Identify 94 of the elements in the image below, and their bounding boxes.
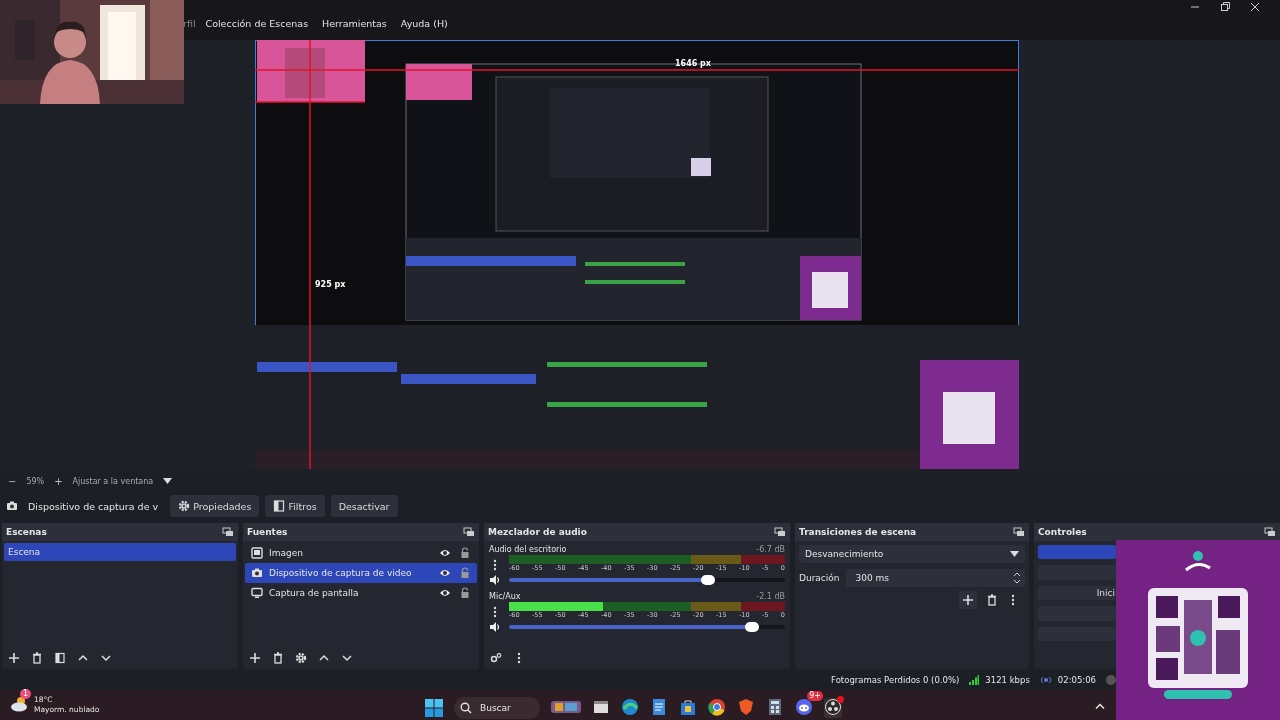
zoom-mode-dropdown[interactable]: Ajustar a la ventana: [72, 476, 154, 486]
dropdown-caret-icon[interactable]: [163, 478, 173, 484]
filters-button[interactable]: Filtros: [265, 495, 325, 517]
panel-title: Controles: [1038, 527, 1087, 537]
signal-bars-icon: [969, 674, 980, 685]
control-button[interactable]: Inici: [1038, 585, 1116, 601]
lock-icon[interactable]: [459, 587, 471, 599]
panel-title: Fuentes: [247, 527, 288, 537]
menu-item[interactable]: rfil: [183, 18, 196, 29]
visibility-icon[interactable]: [439, 547, 451, 559]
cloud-icon[interactable]: [10, 696, 30, 712]
zoom-level: 59%: [26, 476, 45, 486]
undock-icon[interactable]: [463, 526, 475, 538]
dropdown-caret-icon: [1010, 551, 1019, 557]
notepad-icon[interactable]: [650, 698, 668, 716]
browser-icon[interactable]: [621, 698, 639, 716]
image-thumbnail-icon[interactable]: [551, 698, 581, 716]
notification-badge: 9+: [807, 691, 823, 701]
duration-field[interactable]: 300 ms: [845, 569, 1025, 587]
speaker-icon[interactable]: [489, 574, 501, 586]
visibility-icon[interactable]: [439, 587, 451, 599]
undock-icon[interactable]: [222, 526, 234, 538]
lock-icon[interactable]: [459, 567, 471, 579]
zoom-in-button[interactable]: +: [54, 475, 63, 487]
chrome-icon[interactable]: [708, 698, 726, 716]
spinner-arrows-icon[interactable]: [1013, 571, 1021, 585]
filters-icon[interactable]: [54, 652, 66, 664]
stream-time: 02:05:06: [1057, 674, 1096, 685]
streaming-icon: [1039, 675, 1052, 684]
channel-name: Audio del escritorio: [489, 544, 567, 554]
image-icon: [251, 547, 263, 559]
camera-icon: [6, 500, 18, 512]
filter-icon: [273, 500, 286, 512]
source-item[interactable]: Imagen: [245, 543, 477, 563]
properties-button[interactable]: Propiedades: [170, 495, 260, 517]
dropped-frames-text: Fotogramas Perdidos 0 (0.0%): [831, 674, 960, 685]
bag-icon[interactable]: [679, 698, 697, 716]
settings-icon[interactable]: [295, 652, 307, 664]
add-button[interactable]: [959, 591, 977, 609]
close-icon[interactable]: [1250, 2, 1260, 12]
panel-title: Transiciones de escena: [799, 527, 917, 537]
move-down-icon[interactable]: [100, 652, 112, 664]
source-label: Captura de pantalla: [269, 588, 360, 598]
dimension-label: 1646 px: [675, 59, 711, 68]
dimension-label: 925 px: [315, 280, 346, 289]
volume-slider[interactable]: [509, 578, 785, 582]
menu-item[interactable]: Ayuda (H): [400, 18, 448, 29]
db-reading: -6.7 dB: [756, 544, 785, 554]
calculator-icon[interactable]: [766, 698, 784, 716]
menu-item[interactable]: Colección de Escenas: [205, 18, 309, 29]
selected-source-name: Dispositivo de captura de v: [28, 499, 159, 513]
lock-icon[interactable]: [459, 547, 471, 559]
window-icon[interactable]: [592, 698, 610, 716]
channel-name: Mic/Aux: [489, 591, 521, 601]
source-item[interactable]: Dispositivo de captura de video: [245, 563, 477, 583]
source-label: Imagen: [269, 548, 304, 558]
restore-icon[interactable]: [1220, 2, 1230, 12]
chevron-up-icon[interactable]: [1095, 703, 1105, 709]
advanced-settings-icon[interactable]: [490, 652, 502, 664]
db-reading: -2.1 dB: [756, 591, 785, 601]
undock-icon[interactable]: [774, 526, 786, 538]
chat-app-icon[interactable]: [795, 698, 813, 716]
panel-title: Escenas: [6, 527, 47, 537]
gear-icon: [178, 500, 191, 512]
visibility-icon[interactable]: [439, 567, 451, 579]
undock-icon[interactable]: [1264, 526, 1276, 538]
scene-item[interactable]: Escena: [4, 543, 236, 561]
zoom-out-button[interactable]: −: [8, 475, 17, 487]
plus-icon: [962, 594, 974, 606]
delete-icon[interactable]: [272, 652, 284, 664]
bitrate-text: 3121 kbps: [985, 674, 1030, 685]
monitor-icon: [251, 587, 263, 599]
add-icon[interactable]: [8, 652, 20, 664]
recorder-icon[interactable]: [824, 698, 842, 716]
recording-dot-icon: [1106, 674, 1116, 685]
delete-icon[interactable]: [31, 652, 43, 664]
source-item[interactable]: Captura de pantalla: [245, 583, 477, 603]
notification-badge: 1: [20, 689, 32, 699]
search-icon: [460, 702, 472, 714]
transition-dropdown[interactable]: Desvanecimiento: [799, 545, 1025, 563]
deactivate-button[interactable]: Desactivar: [330, 495, 398, 517]
field-label: Duración: [799, 573, 840, 583]
move-down-icon[interactable]: [341, 652, 353, 664]
source-label: Dispositivo de captura de video: [269, 568, 413, 578]
undock-icon[interactable]: [1013, 526, 1025, 538]
camera-icon: [251, 567, 263, 579]
search-field[interactable]: Buscar: [454, 697, 540, 719]
panel-title: Mezclador de audio: [488, 527, 587, 537]
delete-icon[interactable]: [986, 594, 998, 606]
speaker-icon[interactable]: [489, 621, 501, 633]
menu-item[interactable]: Herramientas: [322, 18, 387, 29]
volume-slider[interactable]: [509, 625, 785, 629]
add-icon[interactable]: [249, 652, 261, 664]
start-icon[interactable]: [425, 699, 443, 717]
